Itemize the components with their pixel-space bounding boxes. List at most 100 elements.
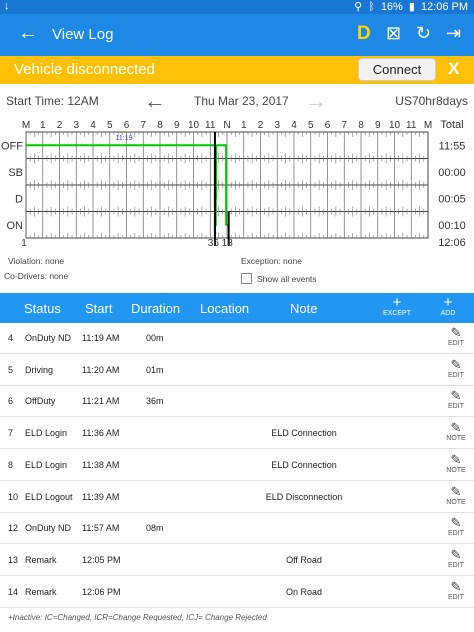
pencil-icon: ✎	[450, 483, 462, 499]
hour-label: 4	[90, 120, 96, 131]
header-location: Location	[200, 301, 250, 316]
back-arrow-icon[interactable]: ←	[18, 22, 38, 45]
banner-message: Vehicle disconnected	[14, 61, 155, 78]
row-start: 11:19 AM	[82, 333, 120, 343]
duty-row-total: 00:00	[438, 167, 466, 179]
row-action-label: NOTE	[446, 498, 466, 506]
row-action-button[interactable]: ✎ EDIT	[438, 357, 474, 379]
duty-row-label: ON	[7, 220, 24, 232]
pencil-icon: ✎	[450, 515, 462, 531]
total-label: Total	[440, 119, 463, 131]
next-day-arrow-icon[interactable]: →	[305, 88, 327, 114]
event-marker-label: 36 18	[208, 238, 233, 249]
hour-label: 8	[358, 120, 364, 131]
row-status: Remark	[25, 586, 57, 597]
row-duration: 36m	[146, 396, 164, 407]
hour-label: 5	[308, 120, 314, 131]
logout-icon[interactable]: ⇥	[446, 23, 461, 44]
dismiss-banner-button[interactable]: X	[448, 59, 459, 79]
row-action-button[interactable]: ✎ NOTE	[438, 420, 474, 442]
row-action-button[interactable]: ✎ NOTE	[438, 484, 474, 506]
row-action-button[interactable]: ✎ EDIT	[438, 325, 474, 347]
pencil-icon: ✎	[450, 356, 462, 372]
add-event-button[interactable]: + ADD	[428, 295, 468, 317]
table-row[interactable]: 6 OffDuty 11:21 AM 36m ✎ EDIT	[0, 386, 474, 418]
table-row[interactable]: 12 OnDuty ND 11:57 AM 08m ✎ EDIT	[0, 513, 474, 545]
battery-icon: ▮	[408, 1, 415, 13]
row-start: 12:06 PM	[82, 586, 121, 597]
table-row[interactable]: 4 OnDuty ND 11:19 AM 00m ✎ EDIT	[0, 323, 474, 354]
row-duration: 08m	[146, 523, 164, 534]
refresh-icon[interactable]: ↻	[416, 23, 431, 44]
row-status: Remark	[25, 554, 57, 565]
connect-button[interactable]: Connect	[358, 58, 436, 81]
co-drivers-text: Co-Drivers: none	[4, 271, 69, 281]
hour-label: 6	[124, 120, 130, 131]
duty-status-graph: M 1 2 3 4 5 6 7 8 9 10 11 N 1 2 3 4 5 6 7 8 9 10 11 M TotalOFF 11:…	[1, 119, 466, 249]
row-action-label: NOTE	[446, 466, 466, 474]
row-action-button[interactable]: ✎ EDIT	[438, 515, 474, 537]
hour-label: 7	[140, 120, 146, 131]
date-navigation: Start Time: 12AM ← Thu Mar 23, 2017 → US…	[0, 88, 474, 114]
show-all-events-label: Show all events	[257, 274, 317, 284]
row-action-label: NOTE	[446, 435, 466, 443]
plus-icon: +	[392, 294, 402, 311]
table-row[interactable]: 7 ELD Login 11:36 AM ELD Connection ✎ NOTE	[0, 418, 474, 450]
location-icon: ⚲	[354, 1, 363, 13]
row-action-button[interactable]: ✎ EDIT	[438, 388, 474, 410]
duty-mode-indicator[interactable]: D	[357, 23, 371, 45]
pencil-icon: ✎	[450, 420, 462, 436]
add-label: ADD	[440, 310, 456, 317]
table-row[interactable]: 10 ELD Logout 11:39 AM ELD Disconnection ✎ NO…	[0, 482, 474, 513]
table-row[interactable]: 8 ELD Login 11:38 AM ELD Connection ✎ NOTE	[0, 450, 474, 481]
row-status: ELD Logout	[25, 491, 73, 502]
row-start: 11:39 AM	[82, 491, 120, 502]
inspection-icon[interactable]: ⊠	[386, 23, 401, 44]
page-title: View Log	[52, 26, 114, 43]
violation-text: Violation: none	[8, 256, 65, 266]
pencil-icon: ✎	[450, 325, 462, 340]
table-row[interactable]: 5 Driving 11:20 AM 01m ✎ EDIT	[0, 355, 474, 386]
row-action-button[interactable]: ✎ EDIT	[438, 579, 474, 601]
table-row[interactable]: 14 Remark 12:06 PM On Road ✎ EDIT	[0, 577, 474, 608]
row-action-button[interactable]: ✎ NOTE	[438, 452, 474, 474]
hour-label: M	[22, 120, 30, 131]
hour-label: 6	[325, 120, 331, 131]
duty-row-label: D	[15, 193, 23, 205]
hour-label: 9	[375, 120, 381, 131]
row-action-button[interactable]: ✎ EDIT	[438, 547, 474, 569]
hour-label: N	[223, 120, 230, 131]
except-label: EXCEPT	[382, 310, 411, 317]
row-number: 10	[8, 491, 19, 502]
previous-day-arrow-icon[interactable]: ←	[144, 88, 166, 114]
row-number: 6	[8, 396, 14, 407]
header-note: Note	[290, 301, 318, 316]
hour-label: 10	[389, 120, 401, 131]
row-number: 14	[8, 586, 19, 597]
row-start: 12:05 PM	[82, 554, 121, 565]
bluetooth-icon: ᛒ	[368, 0, 375, 13]
hour-label: 8	[157, 120, 163, 131]
row-status: OnDuty ND	[25, 333, 72, 343]
hour-label: 1	[241, 120, 247, 131]
row-action-label: EDIT	[448, 340, 464, 347]
show-all-events-checkbox[interactable]	[241, 273, 252, 284]
bottom-left-label: 1	[21, 238, 27, 249]
app-bar: ← View Log D ⊠ ↻ ⇥	[0, 14, 474, 56]
pencil-icon: ✎	[450, 546, 462, 562]
duty-row-total: 00:10	[438, 220, 466, 232]
pencil-icon: ✎	[450, 578, 462, 594]
cycle-rule: US70hr8days	[395, 94, 468, 108]
row-status: ELD Login	[25, 428, 68, 439]
row-action-label: EDIT	[448, 371, 464, 379]
hour-label: 3	[73, 120, 79, 131]
hour-label: 1	[40, 120, 46, 131]
top-marker-label: 11:19	[116, 135, 133, 142]
table-row[interactable]: 13 Remark 12:05 PM Off Road ✎ EDIT	[0, 545, 474, 576]
hour-label: 7	[341, 120, 347, 131]
add-exception-button[interactable]: + EXCEPT	[377, 294, 417, 317]
hour-label: 9	[174, 120, 180, 131]
start-time: Start Time: 12AM	[6, 94, 99, 108]
row-start: 11:38 AM	[82, 459, 120, 470]
row-start: 11:21 AM	[82, 396, 120, 407]
